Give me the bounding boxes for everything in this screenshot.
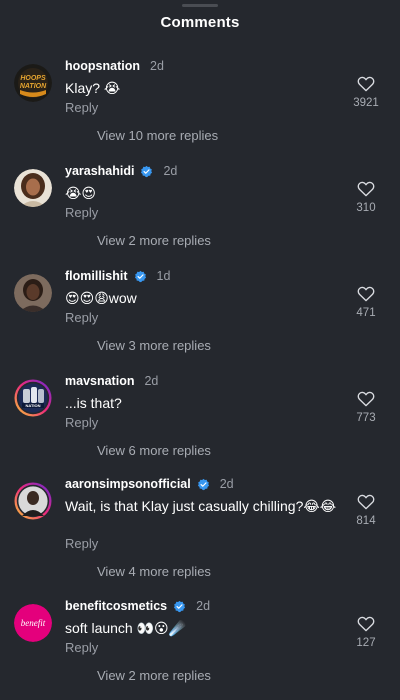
comment-username[interactable]: benefitcosmetics (65, 599, 167, 613)
avatar[interactable]: benefit (14, 604, 52, 642)
comments-sheet: Comments HOOPS NATION hoopsnation 2d Kla… (0, 0, 400, 700)
like-count: 471 (356, 307, 376, 319)
comment-text: soft launch 👀😮☄️ (65, 620, 187, 636)
reply-button[interactable]: Reply (65, 205, 98, 220)
reply-button[interactable]: Reply (65, 536, 98, 551)
like-count: 3921 (353, 97, 379, 109)
view-replies-button[interactable]: View 2 more replies (97, 233, 211, 248)
reply-button[interactable]: Reply (65, 415, 98, 430)
comment-time: 2d (150, 59, 164, 73)
comment-username[interactable]: mavsnation (65, 374, 134, 388)
like-count: 310 (356, 202, 376, 214)
view-replies-button[interactable]: View 6 more replies (97, 443, 211, 458)
benefit-logo-avatar: benefit (14, 604, 52, 642)
comment-meta: yarashahidi 2d (65, 163, 177, 179)
svg-text:HOOPS: HOOPS (20, 75, 46, 82)
comment-item: flomillishit 1d 😍😍😩wow Reply View 3 more… (0, 268, 400, 373)
view-replies-button[interactable]: View 4 more replies (97, 564, 211, 579)
comment-time: 2d (196, 599, 211, 613)
comment-meta: hoopsnation 2d (65, 58, 164, 74)
reply-button[interactable]: Reply (65, 100, 98, 115)
svg-text:NATION: NATION (20, 83, 47, 90)
like-count: 814 (356, 515, 376, 527)
hoopsnation-logo-avatar: HOOPS NATION (14, 64, 52, 102)
story-ring-avatar: NATION (14, 379, 52, 417)
comment-text: Wait, is that Klay just casually chillin… (65, 498, 337, 514)
like-count: 127 (356, 637, 376, 649)
view-replies-button[interactable]: View 10 more replies (97, 128, 218, 143)
comment-username[interactable]: yarashahidi (65, 164, 134, 178)
profile-photo (14, 169, 52, 207)
comments-title: Comments (160, 13, 240, 31)
svg-text:benefit: benefit (21, 618, 46, 628)
comment-item: aaronsimpsonofficial 2d Wait, is that Kl… (0, 476, 400, 581)
comment-username[interactable]: flomillishit (65, 269, 128, 283)
comment-username[interactable]: aaronsimpsonofficial (65, 477, 191, 491)
avatar[interactable] (14, 482, 52, 520)
like-button[interactable]: 773 (349, 390, 383, 424)
comment-item: NATION mavsnation 2d ...is that? Reply V… (0, 373, 400, 478)
svg-text:NATION: NATION (25, 403, 40, 408)
comment-meta: benefitcosmetics 2d (65, 598, 210, 614)
comment-meta: mavsnation 2d (65, 373, 158, 389)
heart-outline-icon (357, 391, 375, 407)
like-button[interactable]: 471 (349, 285, 383, 319)
view-replies-button[interactable]: View 2 more replies (97, 668, 211, 683)
verified-badge-icon (134, 270, 146, 282)
comment-text: ...is that? (65, 395, 122, 411)
like-button[interactable]: 814 (349, 493, 383, 527)
like-button[interactable]: 310 (349, 180, 383, 214)
comment-time: 2d (144, 374, 159, 388)
reply-button[interactable]: Reply (65, 640, 98, 655)
like-count: 773 (356, 412, 376, 424)
comment-text: 😍😍😩wow (65, 290, 137, 306)
reply-button[interactable]: Reply (65, 310, 98, 325)
comment-meta: flomillishit 1d (65, 268, 170, 284)
comment-time: 2d (163, 164, 178, 178)
comment-item: HOOPS NATION hoopsnation 2d Klay? 😭 Repl… (0, 58, 400, 163)
comment-text: 😭😍 (65, 185, 96, 201)
avatar[interactable]: NATION (14, 379, 52, 417)
heart-outline-icon (357, 286, 375, 302)
comments-header: Comments (0, 0, 400, 44)
heart-outline-icon (357, 76, 375, 92)
verified-badge-icon (197, 478, 209, 490)
comment-meta: aaronsimpsonofficial 2d (65, 476, 234, 492)
comment-username[interactable]: hoopsnation (65, 59, 140, 73)
profile-photo (14, 274, 52, 312)
avatar[interactable] (14, 274, 52, 312)
heart-outline-icon (357, 181, 375, 197)
view-replies-button[interactable]: View 3 more replies (97, 338, 211, 353)
drag-handle[interactable] (182, 4, 218, 7)
comment-item: benefit benefitcosmetics 2d soft launch … (0, 598, 400, 700)
comment-text: Klay? 😭 (65, 80, 121, 96)
comment-item: yarashahidi 2d 😭😍 Reply View 2 more repl… (0, 163, 400, 268)
comment-time: 1d (156, 269, 171, 283)
heart-outline-icon (357, 616, 375, 632)
avatar[interactable] (14, 169, 52, 207)
heart-outline-icon (357, 494, 375, 510)
like-button[interactable]: 127 (349, 615, 383, 649)
avatar[interactable]: HOOPS NATION (14, 64, 52, 102)
verified-badge-icon (141, 165, 153, 177)
verified-badge-icon (174, 600, 186, 612)
comment-time: 2d (219, 477, 234, 491)
like-button[interactable]: 3921 (349, 75, 383, 109)
story-ring-avatar (14, 482, 52, 520)
